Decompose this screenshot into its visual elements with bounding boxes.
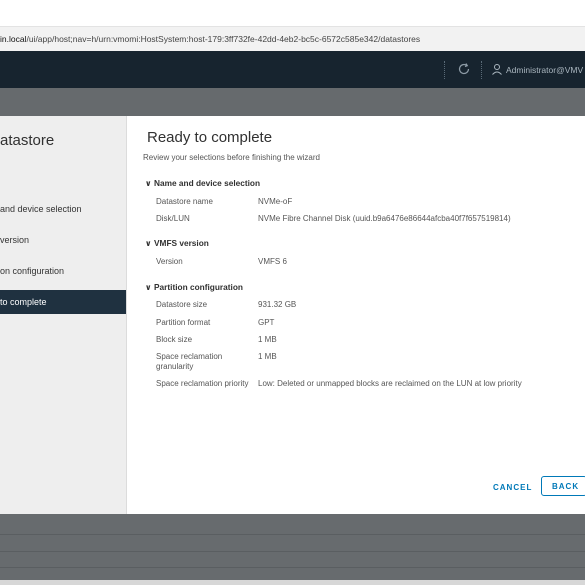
section-heading: Name and device selection: [154, 178, 261, 188]
row-label: Datastore size: [156, 300, 208, 309]
status-strip: [0, 580, 585, 585]
row-label: Space reclamation priority: [156, 379, 249, 388]
page-title: Ready to complete: [147, 129, 273, 146]
section-vmfs-version[interactable]: ∨ VMFS version: [145, 238, 209, 248]
user-menu[interactable]: Administrator@VMV: [506, 65, 583, 75]
address-bar[interactable]: in.local/ui/app/host;nav=h/urn:vmomi:Hos…: [0, 27, 585, 52]
cancel-button[interactable]: CANCEL: [493, 483, 532, 492]
chevron-down-icon: ∨: [145, 179, 152, 188]
step-vmfs-version[interactable]: version: [0, 228, 126, 252]
header-divider: [444, 61, 446, 79]
row-value: VMFS 6: [258, 257, 287, 266]
refresh-icon[interactable]: [457, 62, 471, 76]
back-button[interactable]: BACK: [541, 476, 585, 496]
modal-backdrop: [0, 88, 585, 116]
chevron-down-icon: ∨: [145, 283, 152, 292]
row-label: Disk/LUN: [156, 214, 190, 223]
row-value: NVMe Fibre Channel Disk (uuid.b9a6476e86…: [258, 214, 511, 223]
browser-tab-strip: [0, 0, 585, 27]
row-value: GPT: [258, 318, 275, 327]
header-divider: [481, 61, 483, 79]
app-header: Administrator@VMV: [0, 51, 585, 88]
page-subtitle: Review your selections before finishing …: [143, 153, 320, 162]
new-datastore-wizard: atastore and device selection version on…: [0, 116, 585, 514]
step-name-device-selection[interactable]: and device selection: [0, 197, 126, 221]
row-label: Datastore name: [156, 197, 213, 206]
row-label: Partition format: [156, 318, 211, 327]
divider: [0, 534, 585, 535]
row-value: 931.32 GB: [258, 300, 297, 309]
url-text[interactable]: in.local/ui/app/host;nav=h/urn:vmomi:Hos…: [0, 34, 420, 44]
row-value: 1 MB: [258, 335, 277, 344]
step-partition-configuration[interactable]: on configuration: [0, 259, 126, 283]
section-name-device-selection[interactable]: ∨ Name and device selection: [145, 178, 260, 188]
section-partition-configuration[interactable]: ∨ Partition configuration: [145, 282, 243, 292]
wizard-content: Ready to complete Review your selections…: [127, 116, 585, 514]
chevron-down-icon: ∨: [145, 239, 152, 248]
row-value: NVMe-oF: [258, 197, 293, 206]
row-label: Version: [156, 257, 183, 266]
section-heading: VMFS version: [154, 238, 209, 248]
url-path: /ui/app/host;nav=h/urn:vmomi:HostSystem:…: [26, 34, 421, 44]
wizard-title: atastore: [0, 132, 55, 149]
row-label: Space reclamation granularity: [156, 352, 223, 371]
row-label: Block size: [156, 335, 193, 344]
divider: [0, 551, 585, 552]
row-value: Low: Deleted or unmapped blocks are recl…: [258, 379, 522, 388]
user-icon[interactable]: [491, 63, 503, 75]
row-value: 1 MB: [258, 352, 277, 361]
url-host: in.local: [0, 34, 27, 44]
section-heading: Partition configuration: [154, 282, 243, 292]
step-ready-to-complete[interactable]: to complete: [0, 290, 126, 314]
wizard-steps-panel: atastore and device selection version on…: [0, 116, 127, 514]
modal-backdrop-bottom: [0, 514, 585, 580]
divider: [0, 567, 585, 568]
